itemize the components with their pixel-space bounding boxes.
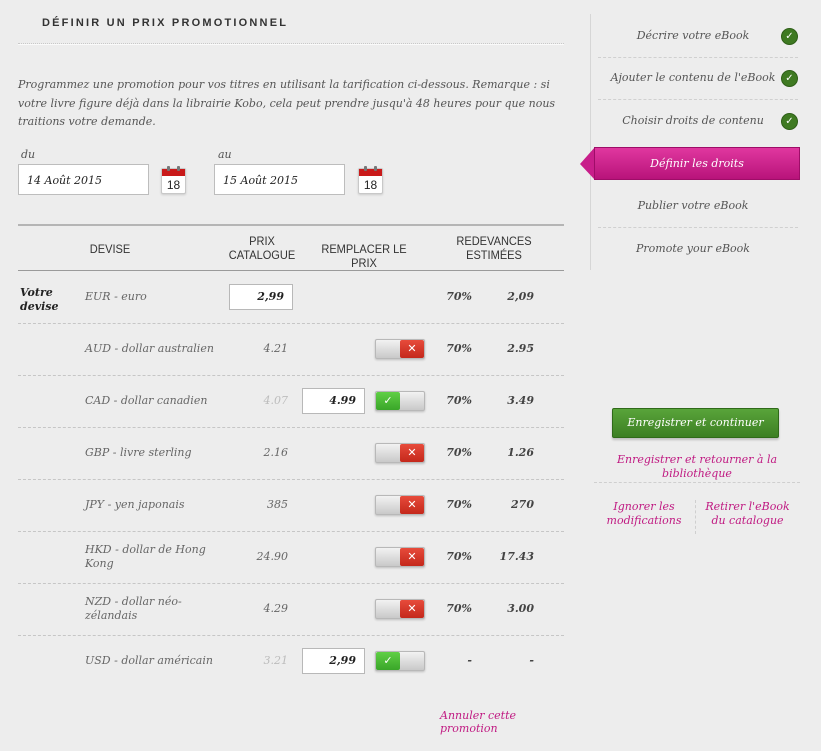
- list-price: 24.90: [256, 550, 289, 563]
- sidebar-border: [590, 14, 591, 270]
- sidebar-step[interactable]: Décrire votre eBook ✓: [598, 16, 798, 56]
- from-calendar-icon[interactable]: 18: [161, 166, 186, 194]
- row-divider: [18, 635, 564, 636]
- price-toggle[interactable]: ✕: [375, 339, 425, 359]
- cancel-promotion-link[interactable]: Annuler cette promotion: [440, 709, 564, 735]
- from-date-input[interactable]: 14 Août 2015: [18, 164, 149, 195]
- royalty-amount: 17.43: [499, 550, 534, 563]
- royalty-amount: 3.49: [507, 394, 534, 407]
- royalty-amount: 1.26: [507, 446, 534, 459]
- save-return-link[interactable]: Enregistrer et retourner à la bibliothèq…: [591, 453, 803, 481]
- links-separator: [695, 500, 696, 534]
- currency-name: EUR - euro: [85, 290, 147, 303]
- step-define-rights[interactable]: Définir les droits: [594, 147, 800, 180]
- currency-name: NZD - dollar néo-zélandais: [85, 595, 182, 622]
- royalty-percent: 70%: [446, 342, 472, 355]
- currency-name: JPY - yen japonais: [85, 498, 185, 511]
- close-icon: ✕: [400, 496, 424, 514]
- check-icon: ✓: [781, 28, 798, 45]
- header-list-price: PRIX CATALOGUE: [228, 234, 296, 262]
- currency-name: GBP - livre sterling: [85, 446, 192, 459]
- sidebar-step-label: Promote your eBook: [636, 242, 750, 255]
- row-divider: [18, 531, 564, 532]
- row-divider: [18, 479, 564, 480]
- sidebar-step[interactable]: Choisir droits de contenu ✓: [598, 101, 798, 141]
- ignore-changes-link[interactable]: Ignorer les modifications: [604, 500, 684, 528]
- royalty-percent: 70%: [446, 290, 472, 303]
- royalty-amount: -: [529, 654, 534, 667]
- currency-name: CAD - dollar canadien: [85, 394, 208, 407]
- row-divider: [18, 427, 564, 428]
- calendar-day: 18: [363, 178, 378, 192]
- to-calendar-icon[interactable]: 18: [358, 166, 383, 194]
- header-royalties: REDEVANCES ESTIMÉES: [456, 234, 532, 262]
- royalty-percent: 70%: [446, 550, 472, 563]
- sidebar-divider: [594, 482, 800, 483]
- replace-price-input[interactable]: 2,99: [302, 648, 365, 674]
- remove-ebook-link[interactable]: Retirer l'eBook du catalogue: [700, 500, 795, 528]
- price-toggle[interactable]: ✓: [375, 651, 425, 671]
- currency-name: HKD - dollar de Hong Kong: [85, 543, 206, 570]
- currency-name: AUD - dollar australien: [85, 342, 214, 355]
- currency-name: USD - dollar américain: [85, 654, 213, 667]
- from-date-label: du: [21, 148, 36, 161]
- royalty-percent: -: [467, 654, 472, 667]
- royalty-percent: 70%: [446, 602, 472, 615]
- active-step-arrow: [580, 147, 595, 180]
- sidebar-step-label: Choisir droits de contenu: [622, 114, 764, 127]
- check-icon: ✓: [376, 652, 400, 670]
- sidebar-step-label: Publier votre eBook: [637, 199, 749, 212]
- table-top-border: [18, 224, 564, 226]
- royalty-amount: 3.00: [507, 602, 534, 615]
- sidebar-step[interactable]: Publier votre eBook: [598, 186, 798, 226]
- royalty-percent: 70%: [446, 394, 472, 407]
- price-toggle[interactable]: ✕: [375, 443, 425, 463]
- replace-price-input[interactable]: 4.99: [302, 388, 365, 414]
- list-price: 3.21: [263, 654, 289, 667]
- close-icon: ✕: [400, 444, 424, 462]
- step-divider: [598, 227, 798, 228]
- step-divider: [598, 99, 798, 100]
- royalty-percent: 70%: [446, 498, 472, 511]
- calendar-day: 18: [166, 178, 181, 192]
- table-header-divider: [18, 270, 564, 271]
- check-icon: ✓: [376, 392, 400, 410]
- list-price: 2.16: [263, 446, 289, 459]
- price-toggle[interactable]: ✕: [375, 495, 425, 515]
- check-icon: ✓: [781, 113, 798, 130]
- to-date-input[interactable]: 15 Août 2015: [214, 164, 345, 195]
- sidebar-step[interactable]: Promote your eBook: [598, 229, 798, 269]
- royalty-amount: 270: [511, 498, 534, 511]
- row-divider: [18, 583, 564, 584]
- check-icon: ✓: [781, 70, 798, 87]
- intro-text: Programmez une promotion pour vos titres…: [18, 78, 556, 128]
- royalty-amount: 2,09: [507, 290, 534, 303]
- row-divider: [18, 375, 564, 376]
- your-currency-label: Votre devise: [20, 286, 59, 313]
- close-icon: ✕: [400, 340, 424, 358]
- sidebar-step[interactable]: Ajouter le contenu de l'eBook ✓: [598, 58, 798, 98]
- list-price: 385: [267, 498, 288, 511]
- close-icon: ✕: [400, 600, 424, 618]
- row-divider: [18, 323, 564, 324]
- title-divider: [18, 43, 564, 44]
- price-toggle[interactable]: ✕: [375, 547, 425, 567]
- header-replace-price: REMPLACER LE PRIX: [321, 242, 407, 270]
- section-title: DÉFINIR UN PRIX PROMOTIONNEL: [42, 17, 289, 29]
- save-continue-button[interactable]: Enregistrer et continuer: [612, 408, 779, 438]
- sidebar-step-label: Ajouter le contenu de l'eBook: [610, 71, 776, 84]
- list-price: 4.29: [263, 602, 289, 615]
- royalty-percent: 70%: [446, 446, 472, 459]
- to-date-label: au: [218, 148, 232, 161]
- list-price: 4.07: [263, 394, 289, 407]
- sidebar-step-label: Décrire votre eBook: [636, 29, 750, 42]
- header-currency: DEVISE: [89, 242, 131, 256]
- main-content: DÉFINIR UN PRIX PROMOTIONNEL Programmez …: [18, 0, 564, 751]
- list-price-input[interactable]: 2,99: [229, 284, 293, 310]
- royalty-amount: 2.95: [507, 342, 534, 355]
- price-toggle[interactable]: ✕: [375, 599, 425, 619]
- list-price: 4.21: [263, 342, 289, 355]
- price-toggle[interactable]: ✓: [375, 391, 425, 411]
- close-icon: ✕: [400, 548, 424, 566]
